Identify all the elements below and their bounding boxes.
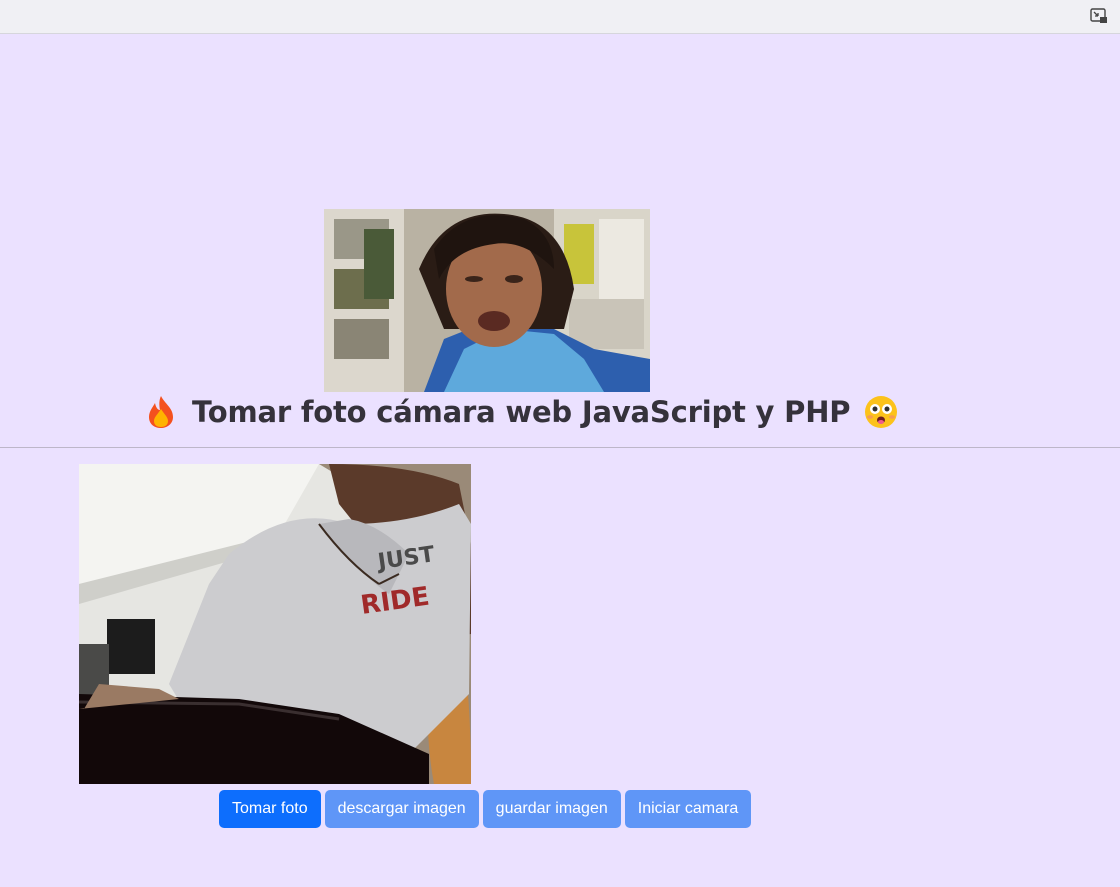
picture-in-picture-icon bbox=[1090, 8, 1107, 23]
download-image-button[interactable]: descargar imagen bbox=[324, 790, 479, 828]
action-buttons: Tomar foto descargar imagen guardar imag… bbox=[219, 790, 752, 828]
flushed-face-emoji-icon bbox=[864, 395, 898, 429]
section-divider bbox=[0, 447, 1120, 448]
picture-in-picture-button[interactable] bbox=[1088, 6, 1110, 26]
page-title: Tomar foto cámara web JavaScript y PHP bbox=[192, 395, 851, 429]
fire-emoji-icon bbox=[144, 395, 178, 429]
page-heading: Tomar foto cámara web JavaScript y PHP bbox=[144, 392, 898, 432]
hero-gif bbox=[324, 209, 650, 392]
start-camera-button[interactable]: Iniciar camara bbox=[624, 790, 752, 828]
browser-toolbar bbox=[0, 0, 1120, 34]
webcam-video: JUST RIDE bbox=[79, 464, 471, 784]
save-image-button[interactable]: guardar imagen bbox=[482, 790, 621, 828]
take-photo-button[interactable]: Tomar foto bbox=[219, 790, 321, 828]
